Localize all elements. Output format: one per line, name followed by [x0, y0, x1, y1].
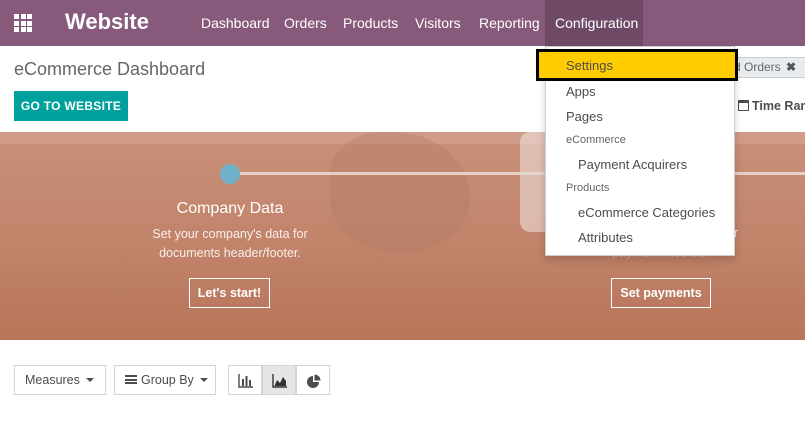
top-navbar: Website Dashboard Orders Products Visito… — [0, 0, 805, 46]
calendar-icon — [738, 100, 749, 111]
menu-item-ecommerce-categories[interactable]: eCommerce Categories — [546, 205, 734, 220]
measures-dropdown[interactable]: Measures — [14, 365, 106, 395]
apps-grid-icon[interactable] — [14, 14, 32, 32]
caret-down-icon — [85, 378, 94, 382]
step-indicator-dot — [220, 164, 240, 184]
set-payments-button[interactable]: Set payments — [611, 278, 711, 308]
lets-start-button[interactable]: Let's start! — [189, 278, 270, 308]
search-facet-label: d Orders — [734, 60, 781, 74]
facet-remove-icon[interactable]: ✖ — [786, 60, 796, 74]
pie-chart-button[interactable] — [296, 365, 330, 395]
page-title: eCommerce Dashboard — [14, 59, 206, 79]
bar-chart-button[interactable] — [228, 365, 262, 395]
nav-orders[interactable]: Orders — [284, 15, 327, 31]
bar-chart-icon — [238, 374, 253, 388]
nav-dashboard[interactable]: Dashboard — [201, 15, 270, 31]
banner-shade — [330, 132, 470, 252]
pie-chart-icon — [307, 374, 321, 388]
area-chart-icon — [272, 374, 287, 388]
step-description: Set your company's data for documents he… — [130, 225, 330, 263]
menu-header-products: Products — [566, 182, 610, 194]
list-icon — [125, 375, 137, 384]
menu-item-attributes[interactable]: Attributes — [546, 230, 734, 245]
app-brand: Website — [65, 9, 149, 34]
group-by-label: Group By — [141, 373, 194, 387]
time-range-filter[interactable]: Time Ran — [738, 99, 805, 113]
menu-item-pages[interactable]: Pages — [546, 109, 734, 124]
area-chart-button[interactable] — [262, 365, 296, 395]
menu-header-ecommerce: eCommerce — [566, 134, 626, 146]
menu-item-apps[interactable]: Apps — [546, 84, 734, 99]
nav-visitors[interactable]: Visitors — [415, 15, 461, 31]
go-to-website-button[interactable]: GO TO WEBSITE — [14, 91, 128, 121]
nav-configuration-label: Configuration — [555, 15, 639, 31]
nav-products[interactable]: Products — [343, 15, 398, 31]
menu-item-settings[interactable]: Settings — [536, 49, 738, 81]
caret-down-icon — [199, 378, 208, 382]
menu-item-payment-acquirers[interactable]: Payment Acquirers — [546, 157, 734, 172]
search-facet: d Orders ✖ — [727, 57, 805, 78]
step-description-line: documents header/footer. — [159, 246, 301, 260]
group-by-dropdown[interactable]: Group By — [114, 365, 216, 395]
menu-item-settings-label: Settings — [566, 58, 613, 73]
nav-configuration[interactable]: Configuration — [545, 0, 643, 46]
page: Website Dashboard Orders Products Visito… — [0, 0, 805, 431]
step-description-line: Set your company's data for — [152, 227, 308, 241]
step-title: Company Data — [176, 200, 284, 217]
nav-reporting[interactable]: Reporting — [479, 15, 540, 31]
measures-label: Measures — [25, 373, 80, 387]
time-range-label: Time Ran — [752, 99, 805, 113]
